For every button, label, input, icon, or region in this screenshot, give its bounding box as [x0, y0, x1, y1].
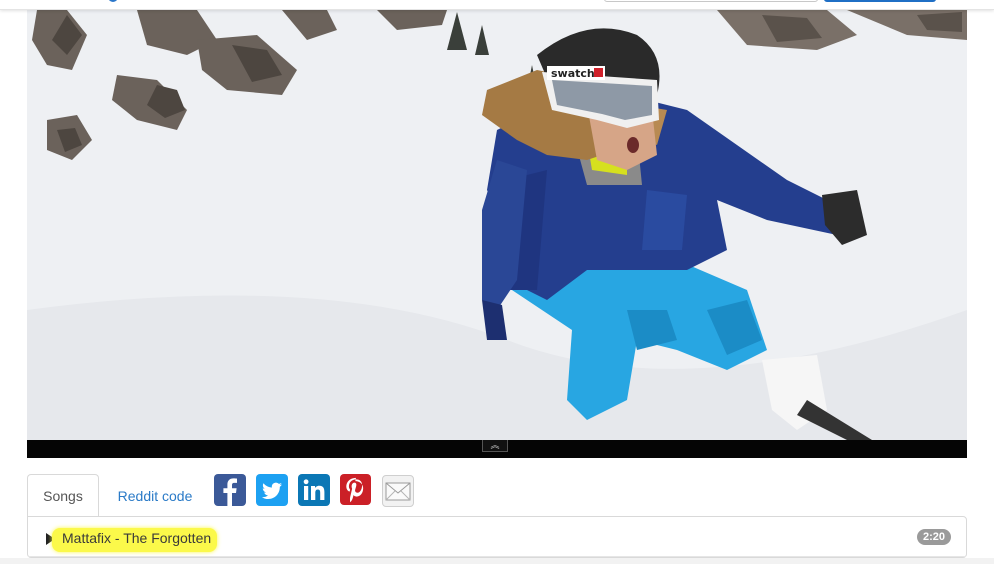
svg-text:swatch: swatch	[551, 67, 595, 80]
duration-badge: 2:20	[916, 529, 951, 545]
list-item[interactable]: Mattafix - The Forgotten 2:20	[28, 517, 966, 557]
expand-controls-icon[interactable]: ︽	[482, 440, 508, 452]
linkedin-icon	[303, 479, 325, 500]
linkedin-share-button[interactable]	[298, 474, 330, 506]
search-button[interactable]	[824, 0, 936, 2]
video-still-image: swatch	[27, 10, 967, 440]
video-frame[interactable]: swatch	[27, 10, 967, 440]
email-icon	[385, 482, 411, 501]
site-logo[interactable]	[108, 0, 118, 2]
site-header	[0, 0, 994, 10]
tab-bar: Songs Reddit code	[27, 474, 967, 517]
songs-panel: Mattafix - The Forgotten 2:20	[27, 516, 967, 558]
facebook-icon	[223, 478, 237, 506]
twitter-share-button[interactable]	[256, 474, 288, 506]
search-input[interactable]	[604, 0, 818, 2]
video-player[interactable]: swatch ︽	[27, 10, 967, 458]
page-footer-edge	[0, 558, 994, 564]
player-control-bar: ︽	[27, 440, 967, 458]
song-title[interactable]: Mattafix - The Forgotten	[52, 528, 218, 552]
tab-reddit-code[interactable]: Reddit code	[103, 474, 207, 517]
twitter-icon	[261, 482, 282, 499]
pinterest-icon	[346, 477, 364, 503]
pinterest-share-button[interactable]	[340, 474, 371, 505]
tab-songs[interactable]: Songs	[27, 474, 99, 517]
email-share-button[interactable]	[382, 475, 414, 507]
facebook-share-button[interactable]	[214, 474, 246, 506]
